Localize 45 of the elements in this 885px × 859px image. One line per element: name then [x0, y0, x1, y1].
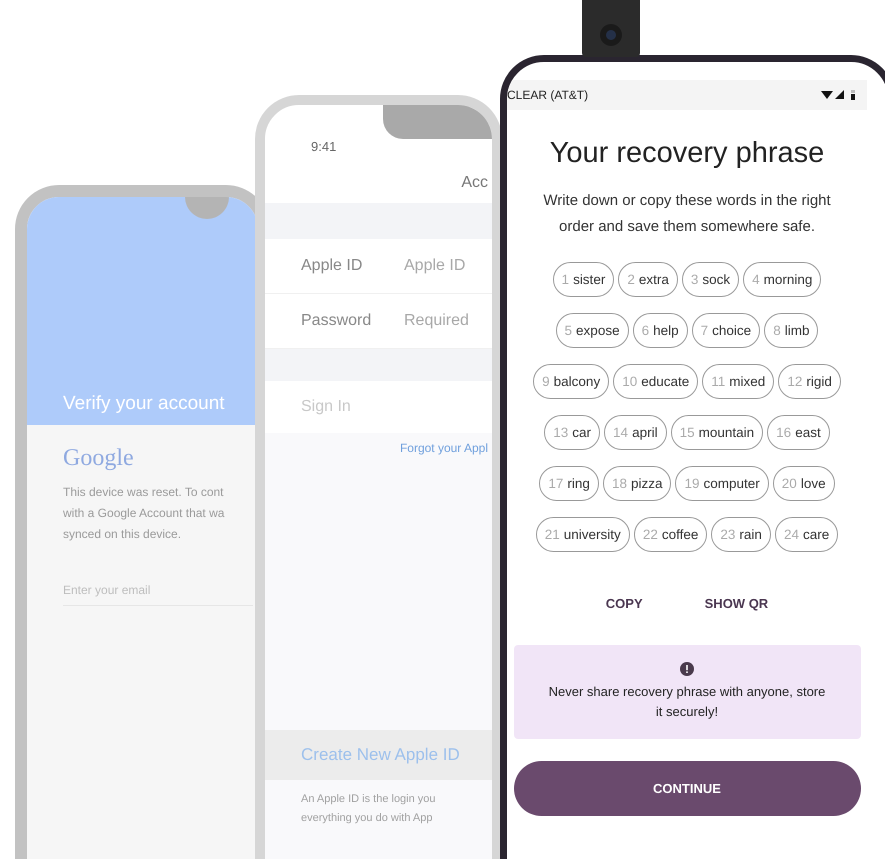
phrase-word-chip: 8 limb: [764, 313, 818, 348]
status-icons: [821, 89, 857, 101]
input-field[interactable]: Required: [404, 312, 474, 330]
phrase-word-chip: 5 expose: [556, 313, 629, 348]
phrase-word-chip: 13 car: [544, 415, 600, 450]
carrier-name: CLEAR (AT&T): [507, 88, 588, 102]
phrase-word-chip: 1 sister: [552, 262, 614, 297]
phrase-word-chip: 24 care: [774, 517, 838, 552]
phrase-word-chip: 12 rigid: [778, 364, 841, 399]
phrase-word-chip: 19 computer: [675, 466, 769, 501]
phrase-word-chip: 14 april: [604, 415, 667, 450]
phrase-word-chip: 2 extra: [618, 262, 678, 297]
phrase-word-chip: 10 educate: [613, 364, 698, 399]
camera-notch: [185, 197, 229, 219]
phrase-word-chip: 17 ring: [539, 466, 599, 501]
phrase-word-chip: 9 balcony: [533, 364, 610, 399]
phrase-word-chip: 20 love: [772, 466, 835, 501]
phrase-word-chip: 7 choice: [692, 313, 760, 348]
screen-title: Your recovery phrase: [550, 137, 824, 170]
reset-message: This device was reset. To cont with a Google Account that wa synced on this device.: [63, 484, 226, 543]
warning-icon: [680, 662, 694, 676]
footer-text: An Apple ID is the login you everything you do with App: [265, 780, 492, 859]
logo: Google: [63, 445, 135, 472]
status-time: 9:41: [311, 139, 338, 154]
phrase-word-chip: 15 mountain: [670, 415, 764, 450]
phrase-word-chip: 4 morning: [743, 262, 822, 297]
phrase-word-chip: 18 pizza: [602, 466, 672, 501]
phrase-word-chip: 23 rain: [711, 517, 771, 552]
text-button[interactable]: SHOW QR: [700, 592, 772, 615]
continue-button[interactable]: CONTINUE: [514, 761, 860, 816]
instruction-text: Write down or copy these words in the right order and save them somewhere safe.: [542, 191, 832, 237]
text-button[interactable]: COPY: [602, 592, 647, 615]
phrase-word-chip: 11 mixed: [702, 364, 774, 399]
phrase-word-chip: 16 east: [767, 415, 830, 450]
phrase-word-chip: 3 sock: [682, 262, 740, 297]
field-label: Password: [301, 312, 372, 330]
nav-title: Acc: [461, 174, 488, 192]
email-field[interactable]: Enter your email: [63, 579, 253, 606]
field-label: Apple ID: [301, 257, 364, 275]
phrase-word-chip: 21 university: [536, 517, 630, 552]
warning-text: Never share recovery phrase with anyone, store it securely!: [548, 683, 826, 721]
phrase-word-chip: 6 help: [632, 313, 688, 348]
input-field[interactable]: Apple ID: [404, 257, 474, 275]
phrase-word-chip: 22 coffee: [634, 517, 708, 552]
header-title: Verify your account: [63, 393, 226, 415]
